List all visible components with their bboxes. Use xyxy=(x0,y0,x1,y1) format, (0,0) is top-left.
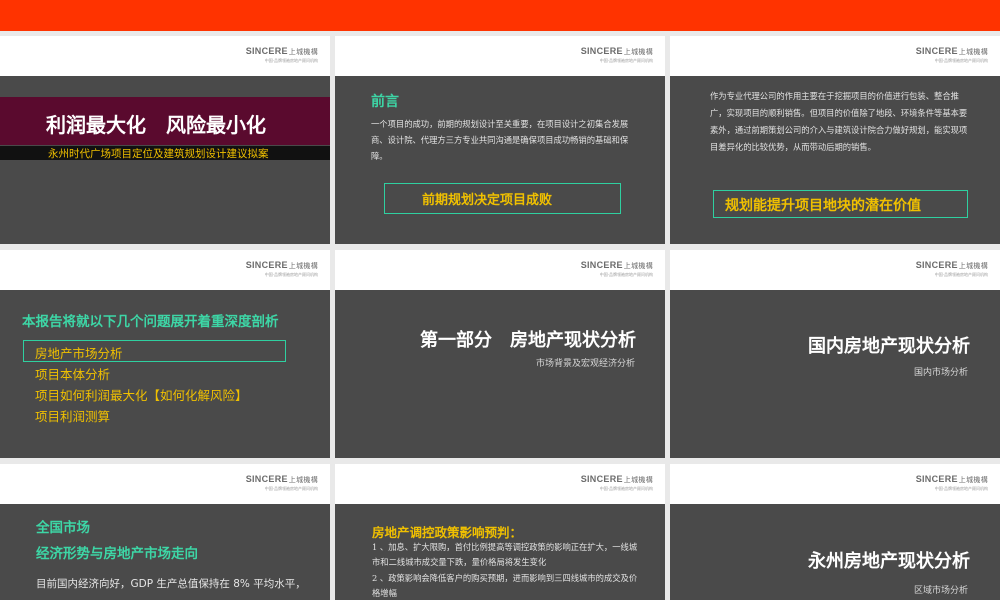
slide-title: 永州房地产现状分析 xyxy=(808,551,970,572)
slide-thumbnail-5[interactable]: SINCERE上城機構 中国·品牌领袖房地产顾问机构 第一部分 房地产现状分析 … xyxy=(335,250,665,458)
slide-subtitle: 永州时代广场项目定位及建筑规划设计建议拟案 xyxy=(48,148,269,160)
sincere-logo: SINCERE上城機構 中国·品牌领袖房地产顾问机构 xyxy=(915,260,988,277)
list-item: 项目利润测算 xyxy=(35,409,111,424)
slide-title: 国内房地产现状分析 xyxy=(808,336,970,357)
list-item: 房地产市场分析 xyxy=(35,346,123,361)
policy-point-1: 1 、加息、扩大限购，首付比例提高等调控政策的影响正在扩大，一线城市和二线城市成… xyxy=(372,542,638,567)
slide-subheading: 经济形势与房地产市场走向 xyxy=(36,546,198,562)
sincere-logo: SINCERE上城機構 中国·品牌领袖房地产顾问机构 xyxy=(580,46,653,63)
slide-subtitle: 国内市场分析 xyxy=(913,368,968,378)
sincere-logo: SINCERE上城機構 中国·品牌领袖房地产顾问机构 xyxy=(245,260,318,277)
slide-paragraph: 作为专业代理公司的作用主要在于挖掘项目的价值进行包装、整合推广，实现项目的顺利销… xyxy=(710,91,968,152)
slide-heading: 全国市场 xyxy=(36,520,90,536)
slide-heading: 房地产调控政策影响预判： xyxy=(372,525,523,540)
slide-header: SINCERE上城機構 中国·品牌领袖房地产顾问机构 xyxy=(0,464,330,504)
slide-thumbnail-1[interactable]: SINCERE上城機構 中国·品牌领袖房地产顾问机构 利润最大化 风险最小化 永… xyxy=(0,36,330,244)
top-banner xyxy=(0,0,1000,31)
highlight-text: 前期规划决定项目成败 xyxy=(422,193,553,208)
slide-header: SINCERE上城機構 中国·品牌领袖房地产顾问机构 xyxy=(0,36,330,76)
slide-header: SINCERE上城機構 中国·品牌领袖房地产顾问机构 xyxy=(335,36,665,76)
list-item: 项目本体分析 xyxy=(35,367,111,382)
slide-paragraph: 一个项目的成功，前期的规划设计至关重要，在项目设计之初集合发展商、设计院、代理方… xyxy=(371,119,629,161)
slide-thumbnail-2[interactable]: SINCERE上城機構 中国·品牌领袖房地产顾问机构 前言 一个项目的成功，前期… xyxy=(335,36,665,244)
slide-paragraph: 目前国内经济向好，GDP 生产总值保持在 8% 平均水平， xyxy=(36,578,306,590)
slide-header: SINCERE上城機構 中国·品牌领袖房地产顾问机构 xyxy=(335,250,665,290)
slide-header: SINCERE上城機構 中国·品牌领袖房地产顾问机构 xyxy=(335,464,665,504)
slide-thumbnail-7[interactable]: SINCERE上城機構 中国·品牌领袖房地产顾问机构 全国市场 经济形势与房地产… xyxy=(0,464,330,600)
slide-title: 利润最大化 风险最小化 xyxy=(46,113,266,137)
sincere-logo: SINCERE上城機構 中国·品牌领袖房地产顾问机构 xyxy=(580,260,653,277)
slide-thumbnail-6[interactable]: SINCERE上城機構 中国·品牌领袖房地产顾问机构 国内房地产现状分析 国内市… xyxy=(670,250,1000,458)
slide-thumbnail-3[interactable]: SINCERE上城機構 中国·品牌领袖房地产顾问机构 作为专业代理公司的作用主要… xyxy=(670,36,1000,244)
slide-header: SINCERE上城機構 中国·品牌领袖房地产顾问机构 xyxy=(670,36,1000,76)
slide-subtitle: 区域市场分析 xyxy=(913,586,968,596)
slide-thumbnail-4[interactable]: SINCERE上城機構 中国·品牌领袖房地产顾问机构 本报告将就以下几个问题展开… xyxy=(0,250,330,458)
sincere-logo: SINCERE上城機構 中国·品牌领袖房地产顾问机构 xyxy=(915,46,988,63)
slide-header: SINCERE上城機構 中国·品牌领袖房地产顾问机构 xyxy=(0,250,330,290)
sincere-logo: SINCERE上城機構 中国·品牌领袖房地产顾问机构 xyxy=(245,474,318,491)
sincere-logo: SINCERE上城機構 中国·品牌领袖房地产顾问机构 xyxy=(915,474,988,491)
slide-heading: 本报告将就以下几个问题展开着重深度剖析 xyxy=(22,314,279,330)
slide-header: SINCERE上城機構 中国·品牌领袖房地产顾问机构 xyxy=(670,250,1000,290)
list-item: 项目如何利润最大化【如何化解风险】 xyxy=(35,388,248,403)
slide-thumbnail-8[interactable]: SINCERE上城機構 中国·品牌领袖房地产顾问机构 房地产调控政策影响预判： … xyxy=(335,464,665,600)
slide-subtitle: 市场背景及宏观经济分析 xyxy=(535,359,635,369)
slide-title: 第一部分 房地产现状分析 xyxy=(420,330,636,351)
highlight-text: 规划能提升项目地块的潜在价值 xyxy=(725,198,921,214)
slide-heading: 前言 xyxy=(371,94,399,110)
sincere-logo: SINCERE上城機構 中国·品牌领袖房地产顾问机构 xyxy=(580,474,653,491)
slide-header: SINCERE上城機構 中国·品牌领袖房地产顾问机构 xyxy=(670,464,1000,504)
slide-thumbnail-9[interactable]: SINCERE上城機構 中国·品牌领袖房地产顾问机构 永州房地产现状分析 区域市… xyxy=(670,464,1000,600)
sincere-logo: SINCERE上城機構 中国·品牌领袖房地产顾问机构 xyxy=(245,46,318,63)
policy-point-2: 2 、政策影响会降低客户的购买预期，进而影响到三四线城市的成交及价格增幅 xyxy=(372,573,638,598)
